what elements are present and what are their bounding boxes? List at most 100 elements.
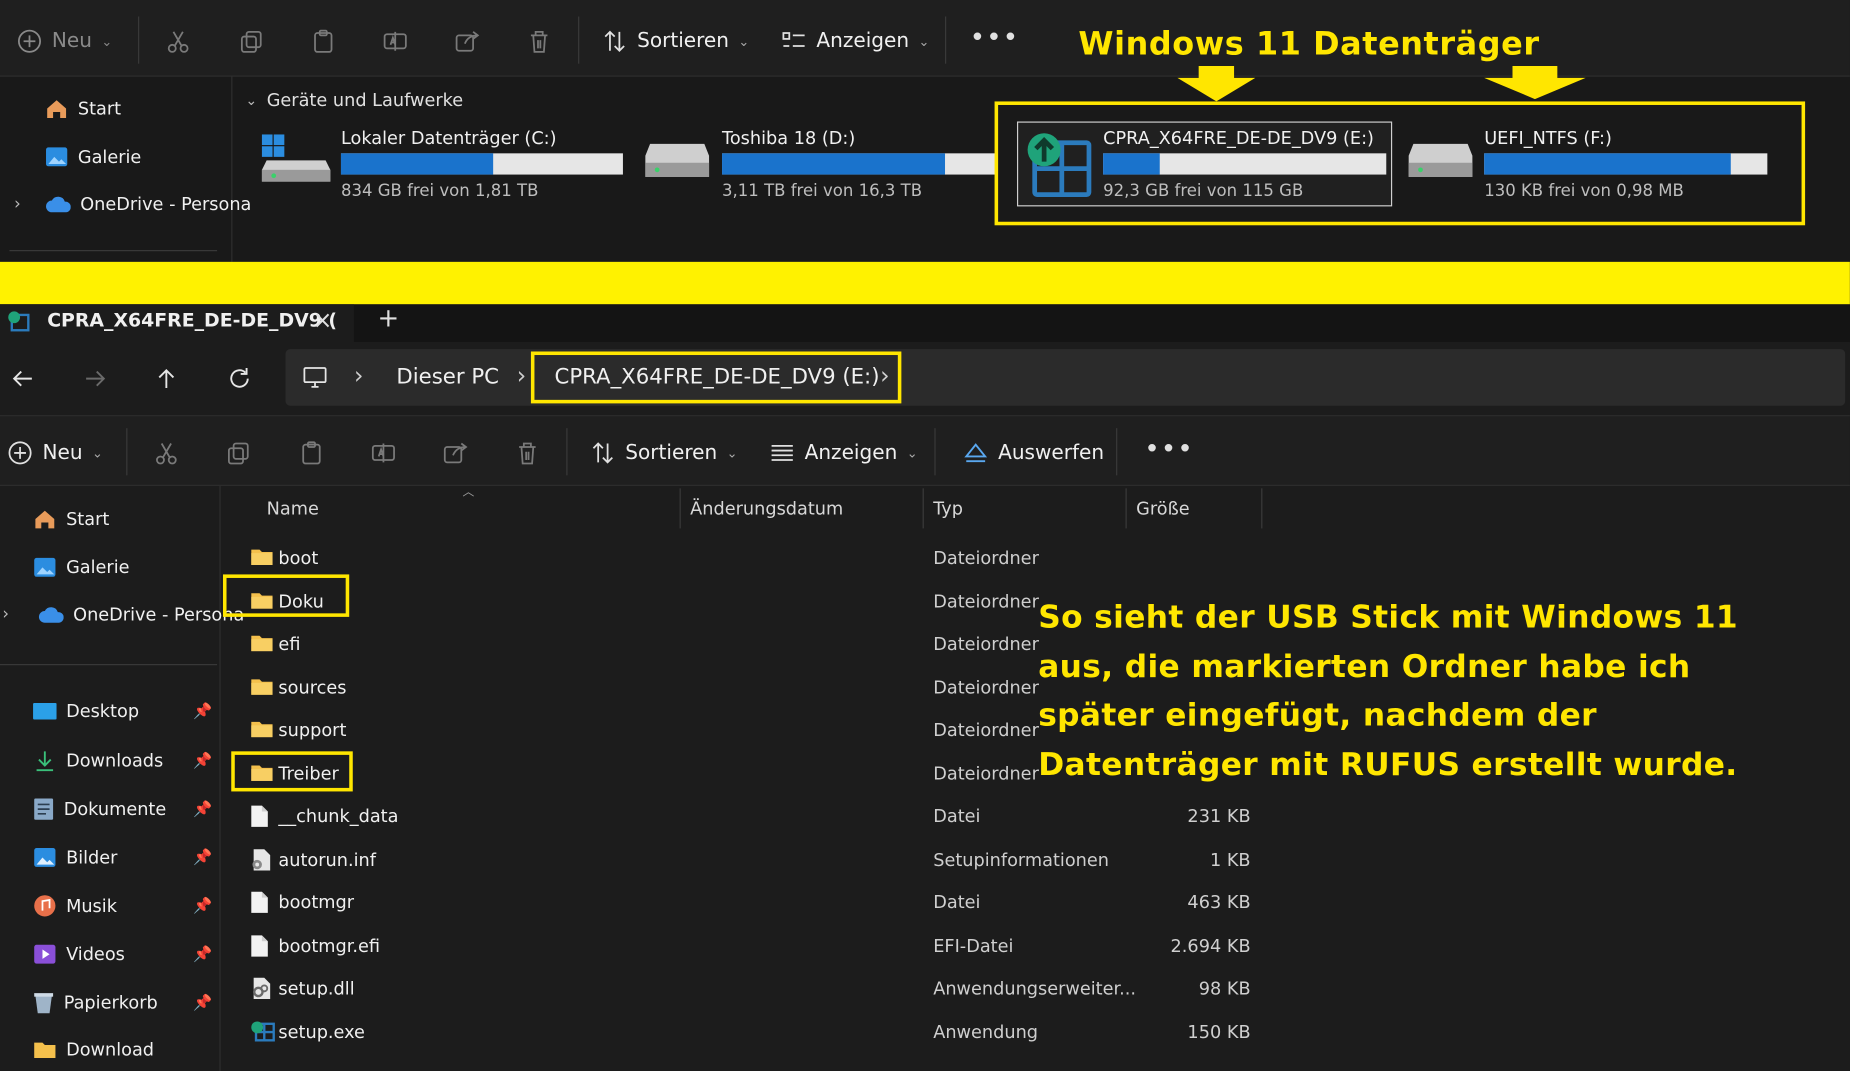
file-type: Dateiordner xyxy=(933,719,1039,741)
cut-icon[interactable] xyxy=(165,28,191,54)
pin-icon[interactable]: 📌 xyxy=(193,945,212,963)
share-icon[interactable] xyxy=(442,440,468,466)
up-arrow-icon[interactable] xyxy=(153,366,179,392)
active-tab[interactable]: CPRA_X64FRE_DE-DE_DV9 ( × xyxy=(0,304,354,343)
top-sidebar: Start Galerie › OneDrive - Persona xyxy=(0,75,251,262)
pin-icon[interactable]: 📌 xyxy=(193,752,212,770)
file-size: 150 KB xyxy=(1187,1020,1251,1043)
file-name: bootmgr xyxy=(278,891,355,913)
top-sidebar-item-start[interactable]: Start xyxy=(45,97,121,121)
sidebar-item-onedrive[interactable]: › OneDrive - Persona xyxy=(2,604,244,625)
sort-icon xyxy=(602,28,628,54)
file-row-boot[interactable]: boot Dateiordner xyxy=(224,537,1262,579)
more-options-button[interactable]: ••• xyxy=(1144,435,1193,464)
chevron-down-icon: ⌄ xyxy=(738,33,750,49)
desktop-icon xyxy=(33,701,57,722)
copy-icon[interactable] xyxy=(238,28,264,54)
file-row-setup-dll[interactable]: setup.dll Anwendungserweiter... 98 KB xyxy=(224,967,1262,1009)
sidebar-item-documents[interactable]: Dokumente 📌 xyxy=(33,797,212,821)
top-view-button[interactable]: Anzeigen ⌄ xyxy=(781,28,929,54)
annotation-line: aus, die markierten Ordner habe ich xyxy=(1038,648,1691,685)
sort-button[interactable]: Sortieren ⌄ xyxy=(590,440,738,466)
view-button[interactable]: Anzeigen ⌄ xyxy=(769,440,918,466)
sidebar-item-desktop[interactable]: Desktop 📌 xyxy=(33,701,212,722)
file-name: sources xyxy=(278,676,347,698)
paste-icon[interactable] xyxy=(310,28,336,54)
copy-icon[interactable] xyxy=(225,440,251,466)
drive-d[interactable]: Toshiba 18 (D:) 3,11 TB frei von 16,3 TB xyxy=(643,123,997,206)
new-tab-button[interactable]: + xyxy=(378,304,400,333)
main-toolbar: Neu ⌄ Sortieren ⌄ Anzeigen ⌄ Auswerfen •… xyxy=(0,416,1850,486)
pictures-icon xyxy=(33,846,57,870)
top-new-button[interactable]: Neu ⌄ xyxy=(17,28,113,54)
pin-icon[interactable]: 📌 xyxy=(193,702,212,720)
file-name: setup.exe xyxy=(278,1020,365,1043)
document-icon xyxy=(33,797,54,821)
new-button[interactable]: Neu ⌄ xyxy=(7,440,103,466)
column-header-name[interactable]: Name xyxy=(267,498,319,519)
sidebar-item-downloads[interactable]: Downloads 📌 xyxy=(33,749,212,773)
file-row-chunk-data[interactable]: __chunk_data Datei 231 KB xyxy=(224,795,1262,837)
file-row-setup-exe[interactable]: setup.exe Anwendung 150 KB xyxy=(224,1010,1262,1052)
file-type: Dateiordner xyxy=(933,633,1039,655)
sidebar-item-gallery[interactable]: Galerie xyxy=(33,556,130,580)
paste-icon[interactable] xyxy=(298,440,324,466)
file-row-bootmgr-efi[interactable]: bootmgr.efi EFI-Datei 2.694 KB xyxy=(224,924,1262,966)
download-arrow-icon xyxy=(33,749,57,773)
plus-circle-icon xyxy=(7,440,33,466)
highlight-doku-folder xyxy=(222,574,350,617)
breadcrumb-this-pc[interactable]: Dieser PC xyxy=(396,364,499,389)
file-type: Anwendungserweiter... xyxy=(933,977,1137,1000)
rename-icon[interactable] xyxy=(370,440,396,466)
section-devices-header[interactable]: ⌄ Geräte und Laufwerke xyxy=(245,90,463,111)
setup-file-icon xyxy=(250,847,271,871)
sidebar-item-music[interactable]: Musik 📌 xyxy=(33,894,212,918)
pin-icon[interactable]: 📌 xyxy=(193,994,212,1012)
drive-c-usage-bar xyxy=(340,153,623,175)
top-more-button[interactable]: ••• xyxy=(970,24,1019,53)
drive-c[interactable]: Lokaler Datenträger (C:) 834 GB frei von… xyxy=(260,123,633,206)
top-sort-button[interactable]: Sortieren ⌄ xyxy=(602,28,750,54)
chevron-right-icon: › xyxy=(14,194,21,214)
drive-d-name: Toshiba 18 (D:) xyxy=(722,127,856,149)
tab-close-icon[interactable]: × xyxy=(313,305,333,333)
top-sidebar-item-onedrive[interactable]: › OneDrive - Persona xyxy=(14,193,251,214)
file-type: EFI-Datei xyxy=(933,934,1014,956)
forward-arrow-icon[interactable] xyxy=(83,366,109,392)
file-type: Dateiordner xyxy=(933,547,1039,569)
share-icon[interactable] xyxy=(454,28,480,54)
column-header-type[interactable]: Typ xyxy=(933,498,963,519)
sidebar-item-download[interactable]: Download xyxy=(33,1039,212,1060)
file-size: 463 KB xyxy=(1187,891,1251,913)
pin-icon[interactable]: 📌 xyxy=(193,897,212,915)
sidebar-item-recycle-bin[interactable]: Papierkorb 📌 xyxy=(33,991,212,1015)
back-arrow-icon[interactable] xyxy=(9,366,35,392)
address-bar[interactable]: › Dieser PC › CPRA_X64FRE_DE-DE_DV9 (E:)… xyxy=(285,349,1846,406)
delete-icon[interactable] xyxy=(526,28,552,54)
chevron-right-icon: › xyxy=(2,605,9,624)
column-header-date[interactable]: Änderungsdatum xyxy=(690,498,843,519)
sidebar-item-videos[interactable]: Videos 📌 xyxy=(33,942,212,966)
pin-icon[interactable]: 📌 xyxy=(193,849,212,867)
video-icon xyxy=(33,942,57,966)
annotation-line: später eingefügt, nachdem der xyxy=(1038,697,1597,734)
sidebar-item-start[interactable]: Start xyxy=(33,507,109,531)
refresh-icon[interactable] xyxy=(227,366,253,392)
delete-icon[interactable] xyxy=(514,440,540,466)
drive-d-free: 3,11 TB frei von 16,3 TB xyxy=(722,181,923,201)
top-sidebar-item-gallery[interactable]: Galerie xyxy=(45,145,141,169)
chevron-down-icon: ⌄ xyxy=(726,445,738,461)
file-type: Datei xyxy=(933,805,981,827)
pin-icon[interactable]: 📌 xyxy=(193,800,212,818)
column-header-size[interactable]: Größe xyxy=(1136,498,1189,519)
sidebar-item-pictures[interactable]: Bilder 📌 xyxy=(33,846,212,870)
file-icon xyxy=(250,804,269,828)
rename-icon[interactable] xyxy=(382,28,408,54)
cut-icon[interactable] xyxy=(153,440,179,466)
eject-button[interactable]: Auswerfen xyxy=(963,440,1104,466)
hdd-icon xyxy=(643,139,711,184)
file-row-bootmgr[interactable]: bootmgr Datei 463 KB xyxy=(224,881,1262,923)
file-row-autorun-inf[interactable]: autorun.inf Setupinformationen 1 KB xyxy=(224,838,1262,880)
music-icon xyxy=(33,894,57,918)
windows-drive-icon xyxy=(260,127,333,184)
